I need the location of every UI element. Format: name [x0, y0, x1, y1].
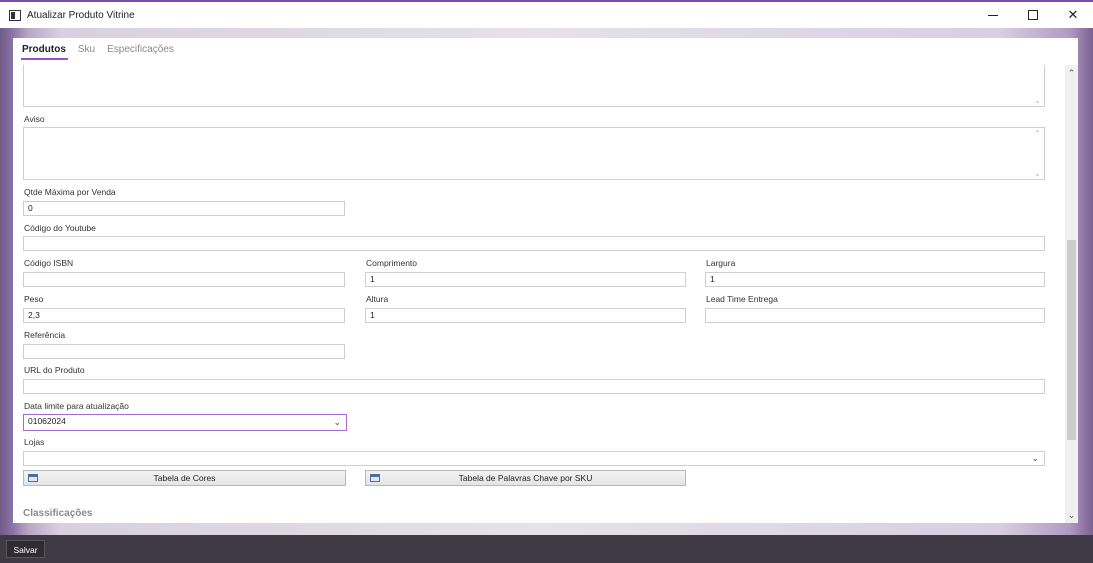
app-icon [9, 9, 21, 21]
close-button[interactable]: ✕ [1053, 2, 1093, 28]
tabela-cores-label: Tabela de Cores [153, 473, 216, 483]
chevron-down-icon[interactable]: ⌄ [1065, 510, 1078, 521]
altura-input[interactable]: 1 [365, 308, 686, 323]
aviso-textarea[interactable]: ⌃ ⌄ [23, 127, 1045, 180]
window-title: Atualizar Produto Vitrine [27, 9, 135, 21]
window-controls: ✕ [973, 2, 1093, 28]
minimize-icon [988, 14, 998, 16]
youtube-label: Código do Youtube [24, 223, 96, 233]
referencia-label: Referência [24, 330, 66, 340]
table-icon [28, 474, 38, 482]
lojas-select[interactable]: ⌄ [23, 451, 1045, 466]
tabela-palavras-label: Tabela de Palavras Chave por SKU [458, 473, 593, 483]
table-icon [370, 474, 380, 482]
chevron-up-icon: ⌃ [1034, 129, 1041, 138]
save-button[interactable]: Salvar [6, 540, 45, 558]
data-limite-label: Data limite para atualização [24, 401, 129, 411]
lojas-label: Lojas [24, 437, 45, 447]
qtde-input[interactable]: 0 [23, 201, 345, 216]
data-limite-picker[interactable]: 01062024 ⌄ [23, 414, 347, 431]
maximize-button[interactable] [1013, 2, 1053, 28]
textarea-scrollbar[interactable]: ⌄ [1031, 65, 1044, 106]
aviso-label: Aviso [24, 114, 45, 124]
largura-label: Largura [706, 258, 736, 268]
close-icon: ✕ [1067, 7, 1079, 23]
largura-input[interactable]: 1 [705, 272, 1045, 287]
tab-produtos[interactable]: Produtos [21, 44, 68, 60]
chevron-down-icon[interactable]: ⌄ [333, 415, 341, 430]
altura-label: Altura [366, 294, 389, 304]
classificacoes-heading: Classificações [23, 508, 93, 519]
url-label: URL do Produto [24, 365, 85, 375]
comprimento-input[interactable]: 1 [365, 272, 686, 287]
action-bar: Salvar [0, 535, 1093, 563]
description-textarea[interactable]: ⌄ [23, 65, 1045, 107]
tab-bar: Produtos Sku Especificações [21, 44, 186, 60]
data-limite-value: 01062024 [28, 416, 66, 426]
tab-sku[interactable]: Sku [78, 44, 95, 60]
tabela-palavras-button[interactable]: Tabela de Palavras Chave por SKU [365, 470, 686, 486]
aviso-scrollbar[interactable]: ⌃ ⌄ [1031, 128, 1044, 179]
youtube-input[interactable] [23, 236, 1045, 251]
peso-label: Peso [24, 294, 44, 304]
isbn-input[interactable] [23, 272, 345, 287]
peso-input[interactable]: 2,3 [23, 308, 345, 323]
chevron-up-icon[interactable]: ⌃ [1065, 68, 1078, 79]
scrollbar-thumb[interactable] [1067, 240, 1076, 440]
leadtime-label: Lead Time Entrega [706, 294, 778, 304]
form-content: ⌄ Aviso ⌃ ⌄ Qtde Máxima por Venda 0 Códig… [13, 65, 1065, 523]
tab-especificacoes[interactable]: Especificações [107, 44, 174, 60]
window-titlebar[interactable]: Atualizar Produto Vitrine ✕ [0, 0, 1093, 28]
maximize-icon [1028, 10, 1038, 20]
minimize-button[interactable] [973, 2, 1013, 28]
tabela-cores-button[interactable]: Tabela de Cores [23, 470, 346, 486]
leadtime-input[interactable] [705, 308, 1045, 323]
qtde-label: Qtde Máxima por Venda [24, 187, 116, 197]
chevron-down-icon: ⌄ [1034, 96, 1041, 105]
chevron-down-icon[interactable]: ⌄ [1031, 452, 1039, 465]
form-scrollbar[interactable]: ⌃ ⌄ [1065, 65, 1078, 523]
main-panel: Produtos Sku Especificações ⌄ Aviso ⌃ ⌄ Q… [13, 38, 1078, 523]
referencia-input[interactable] [23, 344, 345, 359]
isbn-label: Código ISBN [24, 258, 74, 268]
url-input[interactable] [23, 379, 1045, 394]
comprimento-label: Comprimento [366, 258, 418, 268]
chevron-down-icon: ⌄ [1034, 169, 1041, 178]
